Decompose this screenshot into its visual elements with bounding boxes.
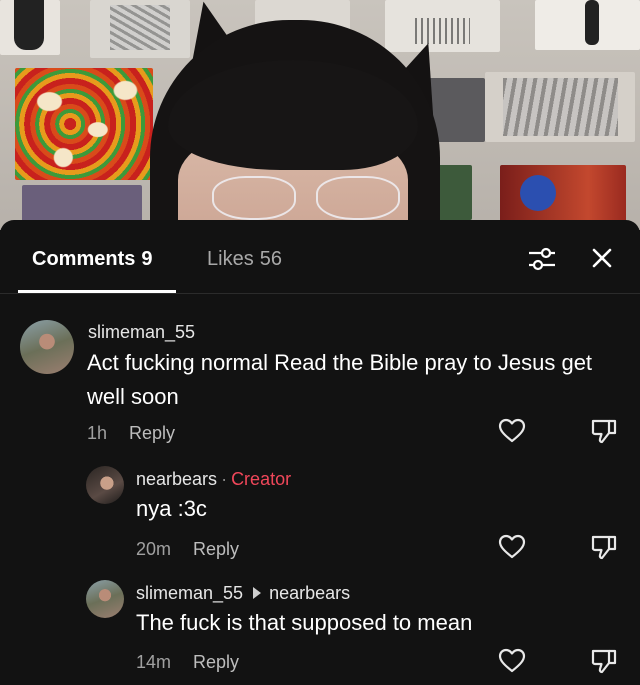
tab-comments[interactable]: Comments 9 bbox=[32, 248, 152, 271]
comment-time: 20m bbox=[136, 539, 172, 559]
comment-time: 1h bbox=[87, 423, 108, 443]
video-background[interactable] bbox=[0, 0, 640, 230]
wall-poster bbox=[535, 0, 640, 50]
reply-arrow-icon bbox=[253, 587, 262, 599]
avatar[interactable] bbox=[86, 466, 124, 504]
comment-username: slimeman_55 nearbears bbox=[136, 583, 350, 604]
active-tab-indicator bbox=[18, 290, 176, 293]
psychedelic-poster bbox=[15, 68, 153, 180]
glasses bbox=[212, 176, 402, 226]
thumbs-down-icon[interactable] bbox=[590, 418, 618, 444]
separator-dot: · bbox=[221, 469, 228, 489]
comment-username[interactable]: slimeman_55 bbox=[88, 322, 195, 343]
reply-username[interactable]: nearbears bbox=[136, 469, 217, 489]
comments-sheet: Comments 9 Likes 56 slimeman_55 Act fuckin… bbox=[0, 220, 640, 685]
heart-icon[interactable] bbox=[498, 534, 526, 560]
heart-icon[interactable] bbox=[498, 648, 526, 674]
comment-meta: 1h Reply bbox=[87, 423, 175, 444]
thumbs-down-icon[interactable] bbox=[590, 534, 618, 560]
reply-username[interactable]: slimeman_55 bbox=[136, 583, 243, 603]
comment-meta: 20m Reply bbox=[136, 539, 239, 560]
comment-text: Act fucking normal Read the Bible pray t… bbox=[87, 350, 593, 409]
wall-poster bbox=[500, 165, 626, 223]
comment-text: The fuck is that supposed to mean bbox=[136, 610, 473, 635]
comment-time: 14m bbox=[136, 652, 172, 672]
comment-username: nearbears · Creator bbox=[136, 469, 291, 490]
reply-button[interactable]: Reply bbox=[193, 652, 239, 672]
tab-comments-count: 9 bbox=[141, 248, 153, 270]
comment-text: nya :3c bbox=[136, 496, 207, 521]
sliders-icon[interactable] bbox=[527, 247, 557, 271]
wall-poster bbox=[485, 72, 635, 142]
close-icon[interactable] bbox=[590, 246, 614, 270]
thumbs-down-icon[interactable] bbox=[590, 648, 618, 674]
comment-item: slimeman_55 Act fucking normal Read the … bbox=[0, 320, 640, 450]
wall-poster bbox=[0, 0, 60, 55]
tab-likes-label: Likes bbox=[207, 248, 254, 270]
comment-meta: 14m Reply bbox=[136, 652, 239, 673]
reply-button[interactable]: Reply bbox=[129, 423, 175, 443]
reply-item: nearbears · Creator nya :3c 20m Reply bbox=[0, 466, 640, 566]
reply-to-username[interactable]: nearbears bbox=[269, 583, 350, 603]
tab-likes-count: 56 bbox=[259, 248, 282, 270]
avatar[interactable] bbox=[20, 320, 74, 374]
avatar[interactable] bbox=[86, 580, 124, 618]
reply-button[interactable]: Reply bbox=[193, 539, 239, 559]
tab-comments-label: Comments bbox=[32, 248, 136, 270]
heart-icon[interactable] bbox=[498, 418, 526, 444]
tab-bar: Comments 9 Likes 56 bbox=[0, 220, 640, 294]
creator-badge: Creator bbox=[231, 469, 292, 489]
tab-likes[interactable]: Likes 56 bbox=[207, 248, 282, 271]
reply-item: slimeman_55 nearbears The fuck is that su… bbox=[0, 580, 640, 680]
